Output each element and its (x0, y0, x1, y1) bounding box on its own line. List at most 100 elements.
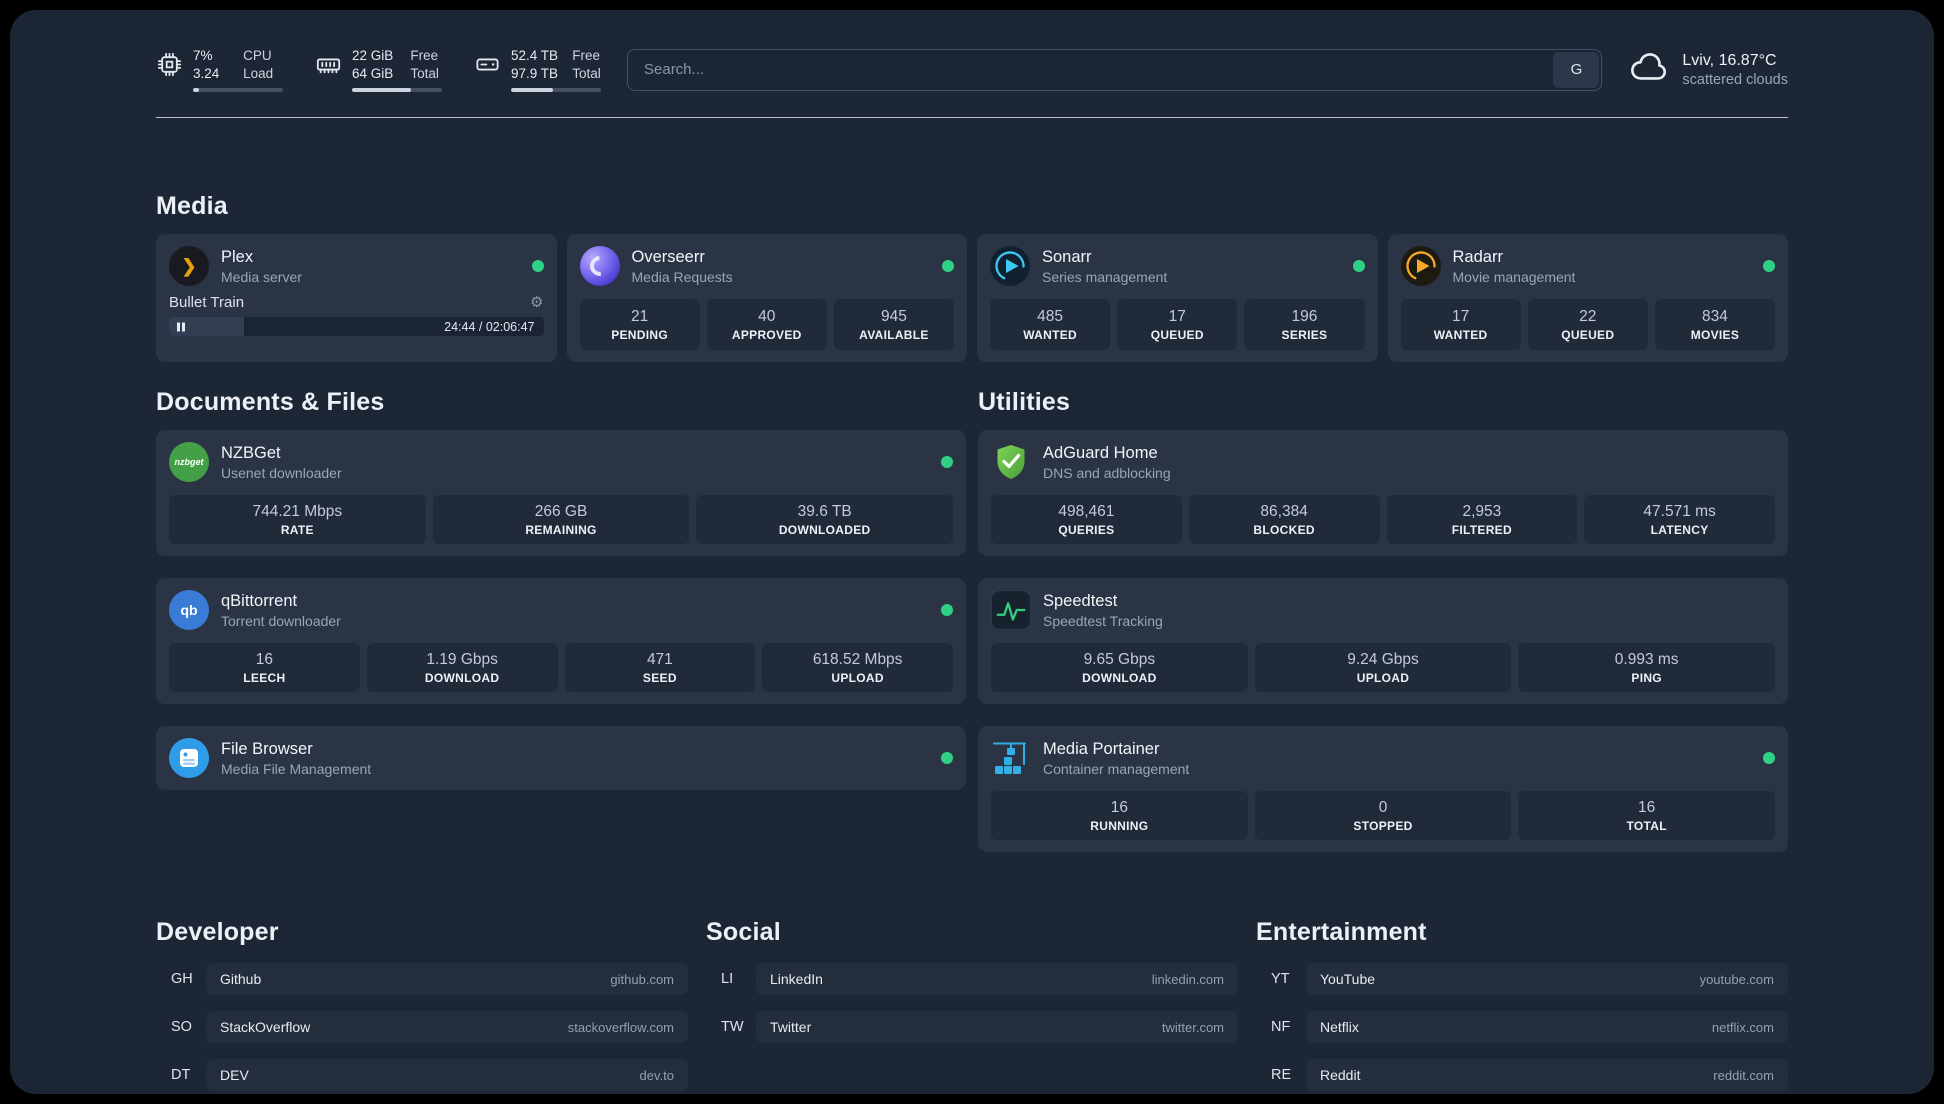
service-card-nzbget[interactable]: nzbget NZBGet Usenet downloader 744.21 M… (156, 430, 966, 556)
playback-progress-bar[interactable]: 24:44 / 02:06:47 (169, 317, 544, 336)
service-card-plex[interactable]: ❯ Plex Media server Bullet Train ⚙ 24:44… (156, 234, 557, 362)
bookmark-link[interactable]: Twitter twitter.com (756, 1011, 1238, 1043)
stat-label: QUEUED (1150, 327, 1204, 342)
bookmark-link[interactable]: StackOverflow stackoverflow.com (206, 1011, 688, 1043)
memory-widget: 22 GiB Free 64 GiB Total (315, 47, 442, 92)
search-provider-button[interactable]: G (1553, 51, 1600, 88)
section-title-developer: Developer (156, 918, 279, 946)
service-name: Plex (221, 247, 254, 266)
status-dot (942, 260, 954, 272)
stat-tile: 16 TOTAL (1518, 791, 1776, 840)
service-name: File Browser (221, 739, 313, 758)
search-input[interactable] (627, 48, 1603, 91)
bookmark-group-developer: Developer GH Github github.com SO StackO… (156, 918, 688, 1094)
stat-value: 471 (646, 650, 673, 668)
bookmark-reddit: RE Reddit reddit.com (1256, 1059, 1788, 1091)
weather-widget: Lviv, 16.87°C scattered clouds (1628, 46, 1788, 93)
filebrowser-icon (169, 738, 209, 778)
stat-label: LEECH (243, 670, 286, 685)
stat-label: RATE (280, 522, 314, 537)
stat-label: APPROVED (731, 327, 802, 342)
gear-icon[interactable]: ⚙ (530, 295, 543, 310)
bookmark-name: YouTube (1320, 971, 1376, 987)
section-utilities: Utilities AdGuard Home DNS and adblockin… (978, 388, 1788, 852)
stat-label: PING (1631, 670, 1662, 685)
stat-label: RUNNING (1090, 818, 1149, 833)
service-card-filebrowser[interactable]: File Browser Media File Management (156, 726, 966, 790)
service-description: Usenet downloader (221, 464, 342, 481)
service-card-portainer[interactable]: Media Portainer Container management 16 … (978, 726, 1788, 852)
disk-total-value: 97.9 TB (511, 66, 559, 81)
stat-label: WANTED (1433, 327, 1488, 342)
stat-value: 618.52 Mbps (812, 650, 903, 668)
bookmark-name: Twitter (770, 1019, 812, 1035)
weather-location: Lviv, 16.87°C (1682, 51, 1777, 69)
status-dot (941, 456, 953, 468)
stat-label: QUERIES (1058, 522, 1115, 537)
stat-value: 47.571 ms (1643, 502, 1716, 520)
cloud-icon (1628, 46, 1670, 93)
stat-value: 196 (1291, 307, 1318, 325)
topbar-divider (156, 117, 1788, 118)
service-card-overseerr[interactable]: Overseerr Media Requests 21 PENDING 40 A… (566, 234, 967, 362)
stat-tile: 47.571 ms LATENCY (1584, 495, 1775, 544)
bookmark-link[interactable]: YouTube youtube.com (1306, 963, 1788, 995)
stat-value: 16 (1110, 798, 1128, 816)
stat-label: REMAINING (525, 522, 597, 537)
service-card-adguard[interactable]: AdGuard Home DNS and adblocking 498,461 … (978, 430, 1788, 556)
bookmark-link[interactable]: Netflix netflix.com (1306, 1011, 1788, 1043)
stat-value: 834 (1701, 307, 1728, 325)
bookmark-link[interactable]: Github github.com (206, 963, 688, 995)
disk-progress-fill (511, 88, 554, 92)
cpu-usage-label: CPU (243, 48, 272, 63)
service-name: Radarr (1452, 247, 1503, 266)
stat-label: AVAILABLE (859, 327, 929, 342)
stat-label: QUEUED (1561, 327, 1615, 342)
memory-icon (315, 51, 342, 78)
stat-tile: 0.993 ms PING (1518, 643, 1776, 692)
bookmark-abbr: RE (1271, 1067, 1292, 1083)
resource-widgets: 7% CPU 3.24 Load 22 GiB Free 64 GiB Tota… (156, 47, 601, 92)
bookmark-dev: DT DEV dev.to (156, 1059, 688, 1091)
playback-time: 24:44 / 02:06:47 (444, 319, 535, 334)
speedtest-icon (991, 590, 1031, 630)
stat-tile: 17 QUEUED (1117, 299, 1238, 350)
service-card-qbittorrent[interactable]: qb qBittorrent Torrent downloader 16 LEE… (156, 578, 966, 704)
bookmark-abbr: SO (171, 1019, 192, 1035)
status-dot (1763, 260, 1775, 272)
bookmark-linkedin: LI LinkedIn linkedin.com (706, 963, 1238, 995)
service-description: Series management (1042, 268, 1168, 285)
bookmark-link[interactable]: LinkedIn linkedin.com (756, 963, 1238, 995)
bookmark-link[interactable]: DEV dev.to (206, 1059, 688, 1091)
stat-value: 17 (1168, 307, 1186, 325)
service-card-radarr[interactable]: Radarr Movie management 17 WANTED 22 QUE… (1387, 234, 1788, 362)
stat-value: 22 (1579, 307, 1597, 325)
stat-value: 498,461 (1058, 502, 1115, 520)
service-description: Media Requests (631, 268, 733, 285)
bookmark-name: DEV (220, 1067, 249, 1083)
stat-tile: 1.19 Gbps DOWNLOAD (366, 643, 558, 692)
stat-tile: 744.21 Mbps RATE (169, 495, 426, 544)
pause-icon[interactable] (177, 322, 185, 331)
service-card-sonarr[interactable]: Sonarr Series management 485 WANTED 17 Q… (977, 234, 1378, 362)
status-dot (1763, 752, 1775, 764)
bookmark-link[interactable]: Reddit reddit.com (1306, 1059, 1788, 1091)
stat-tile: 471 SEED (564, 643, 756, 692)
stat-tile: 17 WANTED (1400, 299, 1521, 350)
bookmark-abbr: LI (721, 971, 734, 987)
bookmark-stackoverflow: SO StackOverflow stackoverflow.com (156, 1011, 688, 1043)
stat-tile: 21 PENDING (579, 299, 700, 350)
stat-label: WANTED (1023, 327, 1077, 342)
bookmark-domain: dev.to (639, 1067, 674, 1083)
service-card-speedtest[interactable]: Speedtest Speedtest Tracking 9.65 Gbps D… (978, 578, 1788, 704)
bookmark-domain: reddit.com (1713, 1067, 1774, 1083)
stat-value: 16 (255, 650, 273, 668)
stat-label: SERIES (1281, 327, 1328, 342)
service-description: Media server (221, 268, 302, 285)
status-dot (941, 752, 953, 764)
stat-label: DOWNLOADED (778, 522, 871, 537)
memory-progress-fill (352, 88, 412, 92)
memory-free-value: 22 GiB (352, 48, 394, 63)
stat-value: 744.21 Mbps (252, 502, 343, 520)
disk-widget: 52.4 TB Free 97.9 TB Total (474, 47, 601, 92)
